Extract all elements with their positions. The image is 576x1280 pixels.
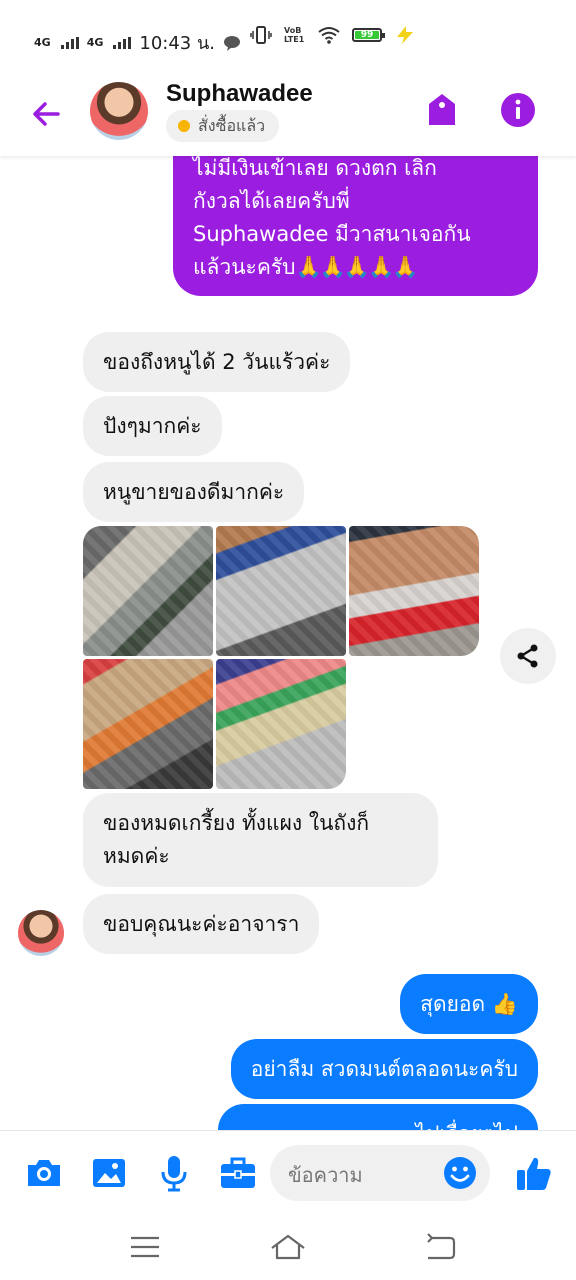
share-button[interactable]: [500, 628, 556, 684]
incoming-message[interactable]: หนูขายของดีมากค่ะ: [83, 462, 305, 522]
status-bar: 4G 4G 10:43 น. VoB LTE1 99: [0, 0, 576, 76]
clock: 10:43 น.: [139, 33, 215, 54]
incoming-message[interactable]: ของหมดเกรี้ยง ทั้งแผง ในถังก็ หมดค่ะ: [83, 793, 438, 887]
status-dot: [178, 120, 190, 132]
stall-photo-4[interactable]: [83, 659, 213, 789]
order-status-label: สั่งซื้อแล้ว: [198, 115, 266, 135]
message-thread[interactable]: ไม่มีเงินเข้าเลย ดวงตก เลิก กังวลได้เลยค…: [0, 156, 576, 1130]
message-input-placeholder: ข้อความ: [288, 1163, 363, 1187]
back-icon[interactable]: [420, 1232, 460, 1262]
order-status-chip[interactable]: สั่งซื้อแล้ว: [166, 110, 280, 142]
network-indicator-2: 4G: [86, 36, 104, 49]
system-navigation-bar: [0, 1214, 576, 1280]
outgoing-message[interactable]: อย่าลืม สวดมนต์ตลอดนะครับ: [230, 1039, 538, 1099]
charging-icon: [397, 26, 413, 44]
contact-avatar[interactable]: [90, 82, 148, 140]
microphone-icon[interactable]: [154, 1153, 194, 1193]
stall-photo-5[interactable]: [216, 659, 346, 789]
line-app-icon: [224, 35, 240, 51]
camera-icon[interactable]: [24, 1153, 64, 1193]
back-arrow-icon[interactable]: [28, 96, 64, 132]
toolbox-icon[interactable]: [218, 1153, 258, 1193]
incoming-message[interactable]: ของถึงหนูได้ 2 วันแร้วค่ะ: [83, 332, 351, 392]
stall-photo-1[interactable]: [83, 526, 213, 656]
gallery-icon[interactable]: [89, 1153, 129, 1193]
wifi-icon: [318, 27, 340, 44]
message-input[interactable]: ข้อความ: [270, 1145, 490, 1201]
tag-icon[interactable]: [426, 92, 458, 128]
battery-icon: 99: [352, 28, 385, 42]
incoming-message[interactable]: ขอบคุณนะค่ะอาจารา: [83, 894, 320, 954]
signal-icon-1: [60, 36, 79, 49]
emoji-icon[interactable]: [442, 1155, 478, 1191]
contact-name[interactable]: Suphawadee: [166, 80, 313, 108]
incoming-message[interactable]: ปังๆมากค่ะ: [83, 396, 222, 456]
network-indicator-1: 4G: [34, 36, 51, 49]
stall-photo-2[interactable]: [216, 526, 346, 656]
info-icon[interactable]: [500, 92, 536, 128]
volte-label: VoB LTE1: [284, 26, 305, 44]
vibrate-icon: [250, 26, 272, 44]
outgoing-message[interactable]: ...ไปเรื่อยๆไป: [218, 1104, 538, 1130]
thumbs-up-icon[interactable]: [514, 1153, 554, 1193]
signal-icon-2: [113, 36, 132, 49]
share-icon: [517, 644, 538, 668]
menu-icon[interactable]: [125, 1232, 165, 1262]
message-composer: ข้อความ: [0, 1130, 576, 1214]
contact-avatar-small[interactable]: [18, 910, 64, 956]
chat-header: Suphawadee สั่งซื้อแล้ว: [0, 76, 576, 156]
outgoing-message[interactable]: ไม่มีเงินเข้าเลย ดวงตก เลิก กังวลได้เลยค…: [173, 156, 538, 296]
stall-photo-3[interactable]: [349, 526, 479, 656]
outgoing-message[interactable]: สุดยอด 👍: [400, 974, 538, 1034]
home-icon[interactable]: [268, 1232, 308, 1262]
